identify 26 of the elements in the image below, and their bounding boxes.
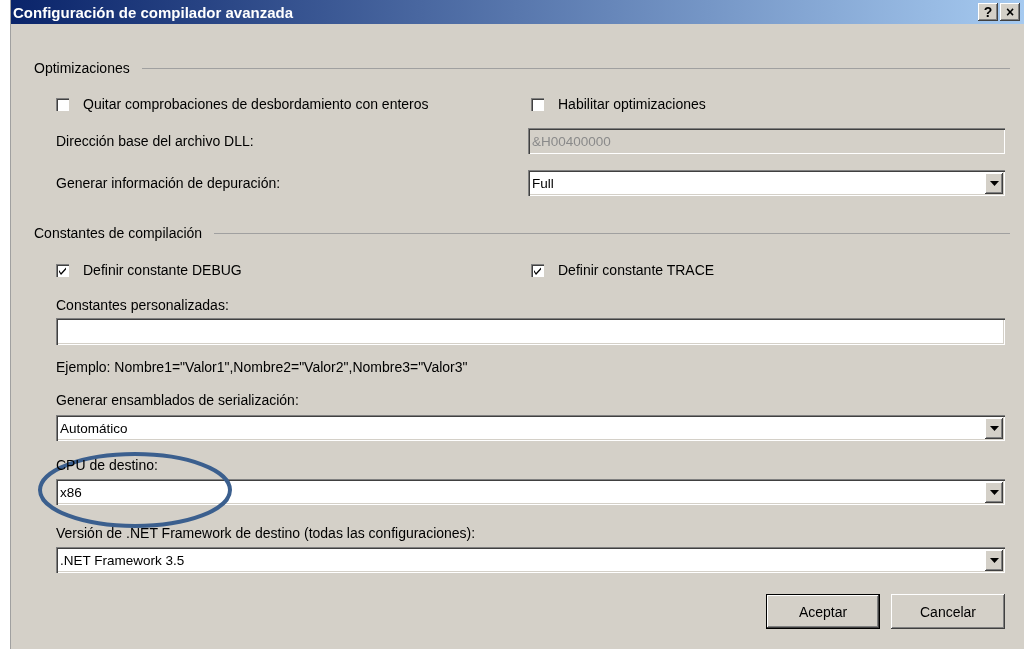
checkbox-label: Quitar comprobaciones de desbordamiento con enteros [83, 96, 429, 112]
field-label: Generar ensamblados de serialización: [56, 391, 299, 409]
field-label: Versión de .NET Framework de destino (todas las configuraciones): [56, 524, 476, 542]
cancel-button[interactable]: Cancelar [891, 594, 1005, 629]
checkbox[interactable] [56, 97, 69, 111]
ok-button[interactable]: Aceptar [766, 594, 880, 629]
window-title: Configuración de compilador avanzada [13, 3, 294, 21]
checkbox-label: Definir constante DEBUG [83, 262, 242, 278]
field-label: Constantes personalizadas: [56, 296, 229, 314]
field-label: Dirección base del archivo DLL: [56, 132, 255, 150]
dropdown[interactable]: .NET Framework 3.5 [56, 547, 1005, 573]
close-button[interactable]: × [1000, 3, 1020, 21]
dropdown[interactable]: x86 [56, 479, 1005, 505]
group-heading: Constantes de compilación [34, 225, 203, 241]
checkbox-label: Habilitar optimizaciones [558, 96, 706, 112]
checkbox-label: Definir constante TRACE [558, 262, 715, 278]
checkbox[interactable] [531, 263, 544, 277]
dropdown[interactable]: Full [528, 170, 1005, 196]
example-text: Ejemplo: Nombre1="Valor1",Nombre2="Valor2",Nombre3="Valor3" [56, 358, 468, 376]
constants-input-field[interactable] [56, 318, 1005, 345]
checkbox[interactable] [56, 263, 69, 277]
group-heading: Optimizaciones [34, 60, 130, 76]
help-button[interactable]: ? [978, 3, 998, 21]
dropdown[interactable]: Automático [56, 415, 1005, 441]
field-label: Generar información de depuración: [56, 174, 282, 192]
checkbox[interactable] [531, 97, 544, 111]
